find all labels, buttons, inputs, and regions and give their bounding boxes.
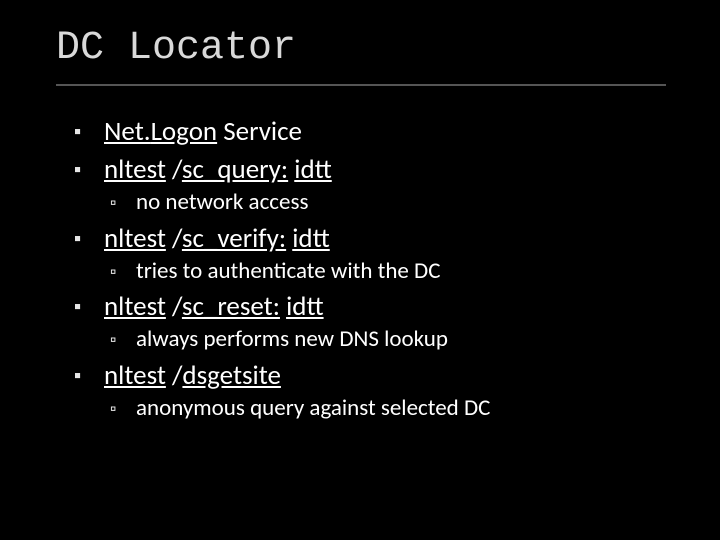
- text-run: sc_verify:: [182, 222, 286, 255]
- bullet-level-2: ▫tries to authenticate with the DC: [110, 258, 680, 284]
- text-run: anonymous query against selected DC: [136, 394, 490, 422]
- text-run: tries to authenticate with the DC: [136, 257, 440, 285]
- bullet-icon: ▪: [74, 228, 104, 251]
- bullet-icon: ▫: [110, 330, 136, 350]
- text-run: Net.: [104, 115, 151, 148]
- bullet-text: nltest /sc_verify: idtt: [104, 223, 330, 254]
- bullet-level-2: ▫anonymous query against selected DC: [110, 395, 680, 421]
- bullet-level-2: ▫no network access: [110, 189, 680, 215]
- text-run: nltest: [104, 222, 166, 255]
- bullet-level-1: ▪nltest /sc_reset: idtt: [74, 291, 680, 322]
- bullet-level-1: ▪Net.Logon Service: [74, 116, 680, 147]
- bullet-icon: ▫: [110, 193, 136, 213]
- text-run: nltest: [104, 290, 166, 323]
- bullet-text: no network access: [136, 189, 308, 215]
- text-run: /: [166, 153, 182, 186]
- text-run: Logon: [151, 115, 218, 148]
- bullet-level-2: ▫always performs new DNS lookup: [110, 326, 680, 352]
- slide: DC Locator ▪Net.Logon Service▪nltest /sc…: [0, 0, 720, 540]
- text-run: Service: [217, 115, 302, 148]
- bullet-level-1: ▪nltest /dsgetsite: [74, 360, 680, 391]
- text-run: idtt: [286, 290, 324, 323]
- text-run: nltest: [104, 153, 166, 186]
- bullet-level-1: ▪nltest /sc_verify: idtt: [74, 223, 680, 254]
- bullet-icon: ▪: [74, 121, 104, 144]
- text-run: idtt: [292, 222, 330, 255]
- text-run: idtt: [294, 153, 332, 186]
- bullet-icon: ▫: [110, 262, 136, 282]
- text-run: dsgetsite: [182, 359, 281, 392]
- bullet-text: nltest /sc_query: idtt: [104, 154, 332, 185]
- bullet-text: tries to authenticate with the DC: [136, 258, 440, 284]
- bullet-icon: ▪: [74, 296, 104, 319]
- slide-title: DC Locator: [56, 26, 296, 71]
- bullet-icon: ▫: [110, 399, 136, 419]
- bullet-icon: ▪: [74, 365, 104, 388]
- text-run: nltest: [104, 359, 166, 392]
- text-run: sc_reset:: [182, 290, 280, 323]
- slide-content: ▪Net.Logon Service▪nltest /sc_query: idt…: [74, 116, 680, 421]
- bullet-level-1: ▪nltest /sc_query: idtt: [74, 154, 680, 185]
- bullet-icon: ▪: [74, 159, 104, 182]
- bullet-text: Net.Logon Service: [104, 116, 302, 147]
- bullet-text: always performs new DNS lookup: [136, 326, 448, 352]
- text-run: /: [166, 222, 182, 255]
- text-run: always performs new DNS lookup: [136, 325, 448, 353]
- text-run: sc_query:: [182, 153, 288, 186]
- bullet-text: nltest /sc_reset: idtt: [104, 291, 324, 322]
- text-run: no network access: [136, 188, 308, 216]
- bullet-text: anonymous query against selected DC: [136, 395, 490, 421]
- bullet-text: nltest /dsgetsite: [104, 360, 281, 391]
- text-run: /: [166, 359, 183, 392]
- title-underline: [56, 84, 666, 86]
- text-run: /: [166, 290, 182, 323]
